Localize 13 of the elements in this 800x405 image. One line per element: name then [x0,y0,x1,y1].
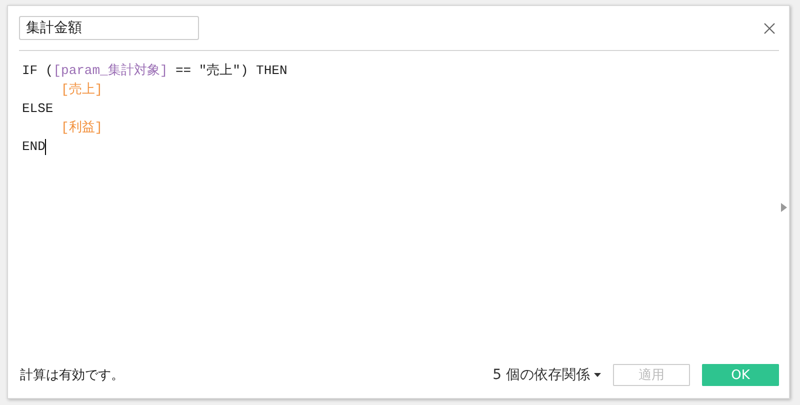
expand-arrow-icon[interactable] [781,203,787,212]
code-keyword: == "売上") THEN [174,62,288,80]
status-text: 計算は有効です。 [20,367,124,384]
dependencies-dropdown[interactable]: 5 個の依存関係 [492,366,601,384]
code-keyword: ELSE [22,100,54,118]
close-icon[interactable] [764,22,775,34]
caret-icon [594,373,601,377]
field-reference: [param_集計対象] [53,62,168,80]
code-keyword: IF ( [22,62,54,80]
code-keyword: END [22,138,46,156]
field-reference: [売上] [61,81,103,99]
field-reference: [利益] [61,119,103,137]
name-field[interactable]: 集計金額 [19,16,199,40]
